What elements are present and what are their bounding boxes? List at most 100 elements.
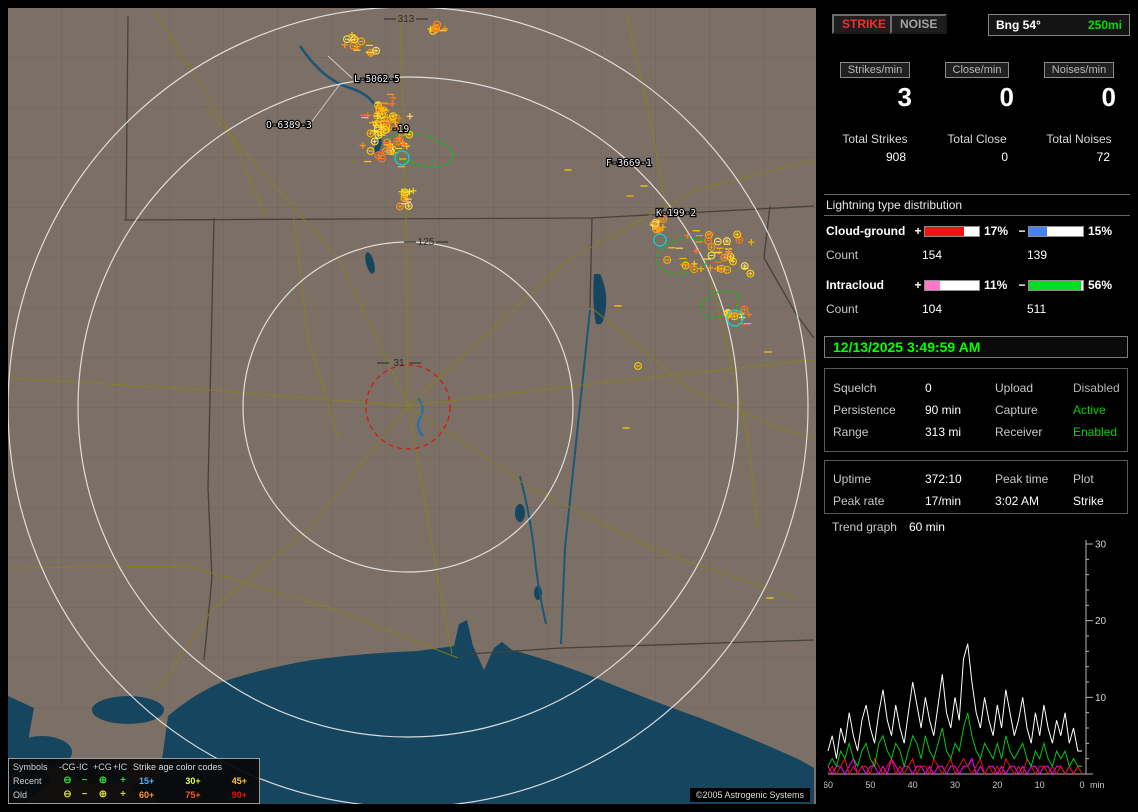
intracloud-label: Intracloud: [826, 278, 885, 292]
legend-symbol: −: [81, 775, 88, 786]
plot-label: Plot: [1073, 472, 1094, 486]
legend-col-pos-cg: +CG: [93, 762, 112, 772]
peak-time-value: 3:02 AM: [995, 494, 1040, 508]
bearing-value: Bng 54°: [996, 18, 1041, 32]
plot-mode-value: Strike: [1073, 494, 1104, 508]
total-noises-value: 72: [1096, 150, 1110, 164]
svg-text:10: 10: [1095, 693, 1107, 704]
ic-positive-bar: [924, 279, 980, 291]
session-stats-box: Uptime 372:10 Peak time Plot Peak rate 1…: [824, 460, 1128, 514]
svg-text:40: 40: [908, 780, 918, 790]
settings-row: Squelch 0 Upload Disabled: [833, 377, 1120, 399]
trend-graph: 10 20 30 60 50 40 30 20 10 0 min: [824, 540, 1107, 791]
cg-negative-count: 139: [1027, 248, 1048, 262]
cg-positive-bar: [924, 225, 980, 237]
count-label: Count: [826, 248, 859, 262]
legend-age-value: 45+: [231, 776, 247, 786]
svg-text:min: min: [1090, 780, 1105, 790]
rate-values-row: 3 0 0: [824, 82, 1130, 113]
settings-row: Range 313 mi Receiver Enabled: [833, 421, 1119, 443]
noises-per-min-button[interactable]: Noises/min: [1043, 62, 1115, 78]
intracloud-count-row: Count 104 511: [826, 302, 1128, 316]
legend-symbol: +: [120, 775, 126, 786]
cg-negative-percent: 15%: [1088, 224, 1113, 238]
map-panel[interactable]: 313 125 31 L-5062-5 O-6389-3 -19 F-3669-1 K-19…: [8, 8, 816, 804]
control-panel: STRIKE NOISE Bng 54° 250mi Strikes/min C…: [824, 8, 1130, 804]
strikes-per-min-value: 3: [897, 82, 912, 112]
trend-window-value: 60 min: [908, 520, 945, 534]
legend-age-value: 15+: [139, 776, 155, 786]
ic-negative-bar: [1028, 279, 1084, 291]
trend-graph-label: Trend graph: [832, 520, 897, 534]
close-per-min-button[interactable]: Close/min: [944, 62, 1010, 78]
legend-age-value: 30+: [185, 776, 201, 786]
close-per-min-value: 0: [999, 82, 1014, 112]
strike-toggle-button[interactable]: STRIKE: [832, 14, 897, 34]
total-strikes-label: Total Strikes: [842, 132, 908, 146]
plus-sign: +: [914, 278, 922, 292]
copyright-label: ©2005 Astrogenic Systems: [689, 788, 810, 802]
strikes-per-min-button[interactable]: Strikes/min: [839, 62, 911, 78]
legend-symbol: −: [81, 789, 88, 800]
legend-symbol: ⊕: [98, 789, 108, 800]
legend-age-value: 90+: [231, 790, 247, 800]
range-display-value: 250mi: [1087, 18, 1122, 32]
legend-age-value: 75+: [185, 790, 201, 800]
svg-text:20: 20: [992, 780, 1002, 790]
settings-row: Persistence 90 min Capture Active: [833, 399, 1119, 421]
squelch-value: 0: [925, 381, 932, 395]
app-window: 313 125 31 L-5062-5 O-6389-3 -19 F-3669-1 K-19…: [0, 0, 1138, 812]
legend-symbol: ⊖: [63, 775, 72, 786]
cloud-ground-row: Cloud-ground + 17% − 15%: [826, 224, 1128, 238]
svg-text:O-6389-3: O-6389-3: [266, 120, 312, 131]
datetime-display: 12/13/2025 3:49:59 AM: [824, 336, 1128, 358]
total-close-value: 0: [1001, 150, 1008, 164]
svg-text:30: 30: [1095, 540, 1107, 551]
capture-label: Capture: [995, 403, 1038, 417]
trend-header: Trend graph 60 min: [832, 520, 945, 534]
persistence-value: 90 min: [925, 403, 962, 417]
session-row: Peak rate 17/min 3:02 AM Strike: [833, 490, 1119, 512]
total-noises-label: Total Noises: [1046, 132, 1112, 146]
settings-box: Squelch 0 Upload Disabled Persistence 90…: [824, 368, 1128, 452]
upload-label: Upload: [995, 381, 1034, 395]
legend-col-neg-ic: -IC: [76, 762, 88, 772]
legend-age-value: 60+: [139, 790, 155, 800]
capture-status: Active: [1073, 403, 1106, 417]
peak-rate-value: 17/min: [925, 494, 962, 508]
peak-rate-label: Peak rate: [833, 494, 885, 508]
svg-text:0: 0: [1079, 780, 1084, 790]
panel-top-row: STRIKE NOISE Bng 54° 250mi: [824, 14, 1130, 38]
map-legend: Symbols -CG -IC +CG +IC Strike age color…: [8, 758, 260, 804]
ic-positive-percent: 11%: [984, 278, 1008, 292]
svg-text:F-3669-1: F-3669-1: [606, 158, 652, 169]
svg-text:20: 20: [1095, 616, 1107, 627]
legend-col-neg-cg: -CG: [59, 762, 76, 772]
rate-header-row: Strikes/min Close/min Noises/min: [824, 62, 1130, 78]
cg-positive-count: 154: [922, 248, 943, 262]
ic-negative-percent: 56%: [1088, 278, 1113, 292]
svg-text:31: 31: [393, 358, 405, 369]
legend-age-codes: 15+ 30+ 45+: [133, 774, 255, 788]
svg-text:L-5062-5: L-5062-5: [354, 74, 400, 85]
uptime-value: 372:10: [925, 472, 962, 486]
legend-age-title: Strike age color codes: [133, 762, 223, 772]
session-row: Uptime 372:10 Peak time Plot: [833, 468, 1119, 490]
svg-text:125: 125: [418, 237, 435, 248]
noise-toggle-button[interactable]: NOISE: [890, 14, 948, 34]
totals-value-row: 908 0 72: [824, 150, 1130, 164]
count-label: Count: [826, 302, 859, 316]
legend-symbols-title: Symbols: [13, 762, 48, 772]
svg-text:K-199-2: K-199-2: [656, 208, 696, 219]
svg-text:60: 60: [824, 780, 833, 790]
minus-sign: −: [1018, 278, 1026, 292]
map-canvas[interactable]: 313 125 31 L-5062-5 O-6389-3 -19 F-3669-1 K-19…: [8, 8, 816, 804]
legend-symbol: +: [120, 789, 126, 800]
cloud-ground-count-row: Count 154 139: [826, 248, 1128, 262]
minus-sign: −: [1018, 224, 1026, 238]
range-setting-value: 313 mi: [925, 425, 962, 439]
county-grid: [8, 8, 816, 708]
intracloud-row: Intracloud + 11% − 56%: [826, 278, 1128, 292]
noises-per-min-value: 0: [1101, 82, 1116, 112]
svg-text:10: 10: [1035, 780, 1045, 790]
